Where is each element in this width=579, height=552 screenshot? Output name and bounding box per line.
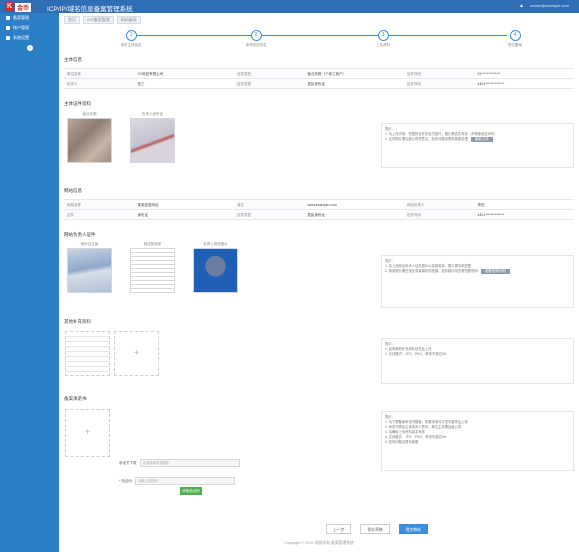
view-example-button[interactable]: 查看拍照示例 <box>480 269 510 274</box>
site-tip: 提示： 1. 请上传网站负责人证件照片以及核验单，照片需清晰完整 2. 核验照片… <box>381 255 574 308</box>
prev-button[interactable]: 上一步 <box>326 524 352 534</box>
account-icon <box>6 26 10 30</box>
section-subject-info: 主体信息 <box>64 57 82 62</box>
photo-verification-form[interactable]: 网站核验单 <box>130 242 175 293</box>
settings-icon <box>6 36 10 40</box>
step-2: 2 填写网站信息 <box>245 30 267 47</box>
filing-icon <box>6 16 10 20</box>
portrait-image <box>193 248 238 293</box>
code-input[interactable]: 请输入验证码 <box>134 477 235 485</box>
id-card-image <box>130 118 175 163</box>
commitment-tip: 提示： 1. 请下载备案承诺书模板，按要求填写并签字盖章后上传 2. 承诺书需由… <box>381 411 574 471</box>
collapse-icon[interactable]: ‹ <box>27 45 33 51</box>
site-id-image <box>67 248 112 293</box>
subject-info-table: 单位名称 XX科技有限公司 证件类型 营业执照（个体工商户） 证件号码 91**… <box>64 68 574 89</box>
steps-line <box>131 35 507 36</box>
save-draft-button[interactable]: 保存草稿 <box>360 524 390 534</box>
add-upload-tile[interactable]: + <box>114 331 159 376</box>
section-other-docs: 其他补充资料 <box>64 319 91 324</box>
sidebar-item-filing[interactable]: 备案管理 <box>0 13 59 23</box>
user-menu[interactable]: admin@example.com <box>530 3 569 8</box>
footer: Copyright © 2020 版权所有 备案管理系统 <box>284 541 354 545</box>
sidebar-item-account[interactable]: 账户管理 <box>0 23 59 33</box>
table-row: 网站名称 某某信息网站 域名 www.example.com 网站负责人 李四 <box>64 200 574 210</box>
step-4: 4 提交备案 <box>508 30 522 47</box>
sidebar: 备案管理 账户管理 系统设置 ‹ <box>0 13 59 552</box>
logo-icon: K <box>5 2 14 11</box>
subject-tip: 提示： 1. 请上传清晰、完整的证件彩色扫描件，照片需真实有效（不得使用复印件）… <box>381 123 574 168</box>
breadcrumb-item[interactable]: 首页 <box>64 16 80 24</box>
photo-verification-portrait[interactable]: 负责人核验照片 <box>193 242 238 293</box>
template-select[interactable]: 请选择承诺书模板 <box>139 459 240 467</box>
top-bar: K 金币 ICP/IP/域名信息备案管理系统 ▲ admin@example.c… <box>0 0 579 13</box>
other-tip: 提示： 1. 如有其他补充资料请在此上传 2. 支持格式：JPG、PNG，单张不… <box>381 338 574 384</box>
user-icon[interactable]: ▲ <box>519 3 524 9</box>
verification-form-image <box>130 248 175 293</box>
license-image <box>67 118 112 163</box>
site-info-table: 网站名称 某某信息网站 域名 www.example.com 网站负责人 李四 … <box>64 199 574 220</box>
step-3: 3 上传资料 <box>376 30 390 47</box>
section-subject-docs: 主体证件资料 <box>64 101 91 106</box>
photo-id-card[interactable]: 负责人身份证 <box>130 112 175 163</box>
system-title: ICP/IP/域名信息备案管理系统 <box>47 6 133 13</box>
section-site-docs: 网站负责人证件 <box>64 232 96 237</box>
other-doc-thumb[interactable] <box>65 331 110 376</box>
form-row-template: 承诺书下载 请选择承诺书模板 <box>119 459 240 467</box>
subject-photos: 营业执照 负责人身份证 <box>67 112 175 163</box>
table-row: 负责人 张三 证件类型 居民身份证 证件号码 4401*************… <box>64 79 574 89</box>
sidebar-item-settings[interactable]: 系统设置 <box>0 33 59 43</box>
submit-button[interactable]: 提交审核 <box>398 524 428 534</box>
logo-brand: 金币 <box>15 3 32 12</box>
reupload-button[interactable]: 重新上传 <box>470 137 493 142</box>
get-code-button[interactable]: 获取验证码 <box>180 487 202 495</box>
main-content: 首页 ICP备案管理 网站备案 1 填写主体信息 2 填写网站信息 3 上传资料… <box>59 13 579 552</box>
table-row: 单位名称 XX科技有限公司 证件类型 营业执照（个体工商户） 证件号码 91**… <box>64 69 574 79</box>
bottom-actions: 上一步 保存草稿 提交审核 <box>326 524 428 534</box>
progress-steps: 1 填写主体信息 2 填写网站信息 3 上传资料 4 提交备案 <box>119 30 522 50</box>
photo-site-id[interactable]: 身份证正面 <box>67 242 112 293</box>
section-site-info: 网站信息 <box>64 188 82 193</box>
breadcrumb-item[interactable]: 网站备案 <box>116 16 141 24</box>
photo-business-license[interactable]: 营业执照 <box>67 112 112 163</box>
step-1: 1 填写主体信息 <box>120 30 142 47</box>
form-row-code: * 验证码 请输入验证码 <box>119 477 235 485</box>
breadcrumb: 首页 ICP备案管理 网站备案 <box>64 16 141 24</box>
site-photos: 身份证正面 网站核验单 负责人核验照片 <box>67 242 238 293</box>
table-row: 证件 身份证 证件类型 居民身份证 证件号码 4401*************… <box>64 210 574 220</box>
breadcrumb-item[interactable]: ICP备案管理 <box>83 16 114 24</box>
section-commitment: 备案承诺书 <box>64 396 87 401</box>
commitment-upload-tile[interactable]: + <box>65 409 110 457</box>
